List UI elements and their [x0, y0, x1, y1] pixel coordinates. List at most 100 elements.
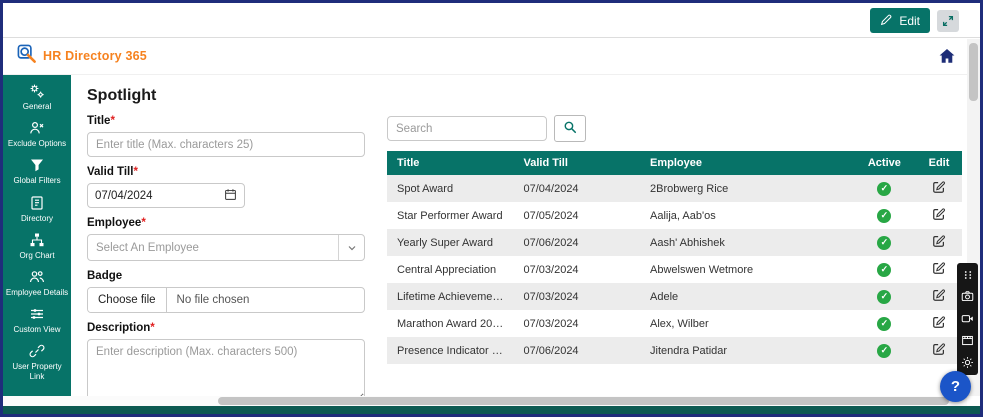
help-button[interactable]: ?: [940, 371, 971, 402]
active-check-icon: ✓: [877, 317, 891, 331]
cell-valid-till: 07/06/2024: [514, 229, 641, 256]
badge-file-input[interactable]: Choose file No file chosen: [87, 287, 365, 313]
main-panel: Spotlight Title* Valid Till* 07/04/2024 …: [71, 75, 980, 396]
table-row: Star Performer Award 07/05/2024 Aalija, …: [387, 202, 962, 229]
horizontal-scrollbar-thumb[interactable]: [218, 397, 949, 405]
col-valid-till: Valid Till: [514, 151, 641, 175]
search-button[interactable]: [554, 115, 586, 142]
active-check-icon: ✓: [877, 182, 891, 196]
chevron-down-icon: [338, 235, 364, 260]
app-window: Edit HR Directory 365: [0, 0, 983, 417]
expand-icon[interactable]: [937, 10, 959, 32]
sidebar-item-global-filters[interactable]: Global Filters: [3, 157, 71, 185]
table-row: Spot Award 07/04/2024 2Brobwerg Rice ✓: [387, 175, 962, 202]
capture-overlay-toolbar: [957, 263, 978, 375]
edit-row-button[interactable]: [932, 315, 946, 329]
pencil-icon: [880, 13, 893, 29]
cell-title: Presence Indicator Rew...: [387, 337, 514, 364]
cell-valid-till: 07/03/2024: [514, 310, 641, 337]
filter-icon: [29, 157, 45, 173]
link-icon: [29, 343, 45, 359]
edit-row-button[interactable]: [932, 288, 946, 302]
person-x-icon: [29, 120, 45, 136]
camera-icon[interactable]: [961, 290, 974, 303]
active-check-icon: ✓: [877, 263, 891, 277]
dots-grid-icon[interactable]: [962, 269, 974, 281]
app-logo: HR Directory 365: [17, 44, 147, 69]
col-employee: Employee: [640, 151, 853, 175]
video-camera-icon[interactable]: [961, 312, 974, 325]
sidebar-item-label: Global Filters: [11, 176, 62, 185]
edit-row-button[interactable]: [932, 342, 946, 356]
table-row: Yearly Super Award 07/06/2024 Aash' Abhi…: [387, 229, 962, 256]
sidebar-item-employee-details[interactable]: Employee Details: [3, 269, 71, 297]
edit-row-button[interactable]: [932, 207, 946, 221]
cell-employee: Abwelswen Wetmore: [640, 256, 853, 283]
table-row: Marathon Award 2024 07/03/2024 Alex, Wil…: [387, 310, 962, 337]
top-action-bar: Edit: [3, 3, 980, 37]
edit-button-label: Edit: [899, 14, 920, 28]
edit-button[interactable]: Edit: [870, 8, 930, 33]
file-status-text: No file chosen: [167, 294, 260, 306]
cell-title: Marathon Award 2024: [387, 310, 514, 337]
table-row: Lifetime Achievemen A... 07/03/2024 Adel…: [387, 283, 962, 310]
spotlight-table: Title Valid Till Employee Active Edit Sp…: [387, 151, 962, 364]
active-check-icon: ✓: [877, 290, 891, 304]
brand-header: HR Directory 365: [3, 37, 980, 75]
cell-title: Spot Award: [387, 175, 514, 202]
badge-label: Badge: [87, 270, 365, 282]
film-icon[interactable]: [961, 334, 974, 347]
book-icon: [29, 195, 45, 211]
choose-file-button[interactable]: Choose file: [88, 288, 167, 312]
valid-till-input[interactable]: 07/04/2024: [87, 183, 245, 208]
sidebar-item-org-chart[interactable]: Org Chart: [3, 232, 71, 260]
table-header-row: Title Valid Till Employee Active Edit: [387, 151, 962, 175]
sidebar-item-directory[interactable]: Directory: [3, 195, 71, 223]
settings-gear-icon[interactable]: [961, 356, 974, 369]
search-input[interactable]: [387, 116, 547, 141]
required-marker: *: [141, 217, 145, 229]
cell-employee: Aalija, Aab'os: [640, 202, 853, 229]
gears-icon: [29, 83, 45, 99]
employee-select-placeholder: Select An Employee: [88, 242, 338, 254]
content-area: General Exclude Options Global Filters D…: [3, 75, 980, 396]
edit-row-button[interactable]: [932, 180, 946, 194]
active-check-icon: ✓: [877, 236, 891, 250]
cell-valid-till: 07/03/2024: [514, 283, 641, 310]
cell-employee: 2Brobwerg Rice: [640, 175, 853, 202]
edit-row-button[interactable]: [932, 234, 946, 248]
cell-title: Lifetime Achievemen A...: [387, 283, 514, 310]
edit-row-button[interactable]: [932, 261, 946, 275]
sidebar-item-exclude-options[interactable]: Exclude Options: [3, 120, 71, 148]
sidebar-item-label: Employee Details: [4, 288, 70, 297]
col-edit: Edit: [916, 151, 962, 175]
sidebar-item-user-property-link[interactable]: User Property Link: [3, 343, 71, 380]
active-check-icon: ✓: [877, 209, 891, 223]
active-check-icon: ✓: [877, 344, 891, 358]
cell-employee: Aash' Abhishek: [640, 229, 853, 256]
description-input[interactable]: [87, 339, 365, 403]
calendar-icon: [224, 188, 237, 204]
people-icon: [29, 269, 45, 285]
spotlight-table-panel: Title Valid Till Employee Active Edit Sp…: [387, 115, 962, 408]
required-marker: *: [133, 166, 137, 178]
col-title: Title: [387, 151, 514, 175]
employee-select[interactable]: Select An Employee: [87, 234, 365, 261]
required-marker: *: [150, 322, 154, 334]
sidebar-item-label: User Property Link: [3, 362, 71, 380]
sidebar-item-custom-view[interactable]: Custom View: [3, 306, 71, 334]
title-input[interactable]: [87, 132, 365, 157]
horizontal-scrollbar[interactable]: [3, 396, 967, 406]
sidebar-item-label: Exclude Options: [6, 139, 68, 148]
cell-valid-till: 07/03/2024: [514, 256, 641, 283]
cell-title: Yearly Super Award: [387, 229, 514, 256]
table-row: Presence Indicator Rew... 07/06/2024 Jit…: [387, 337, 962, 364]
sidebar-item-general[interactable]: General: [3, 83, 71, 111]
vertical-scrollbar-thumb[interactable]: [969, 43, 978, 101]
home-icon[interactable]: [938, 47, 956, 68]
sidebar-nav: General Exclude Options Global Filters D…: [3, 75, 71, 396]
cell-employee: Alex, Wilber: [640, 310, 853, 337]
sidebar-item-label: Directory: [19, 214, 55, 223]
cell-valid-till: 07/04/2024: [514, 175, 641, 202]
sidebar-item-label: Org Chart: [17, 251, 56, 260]
